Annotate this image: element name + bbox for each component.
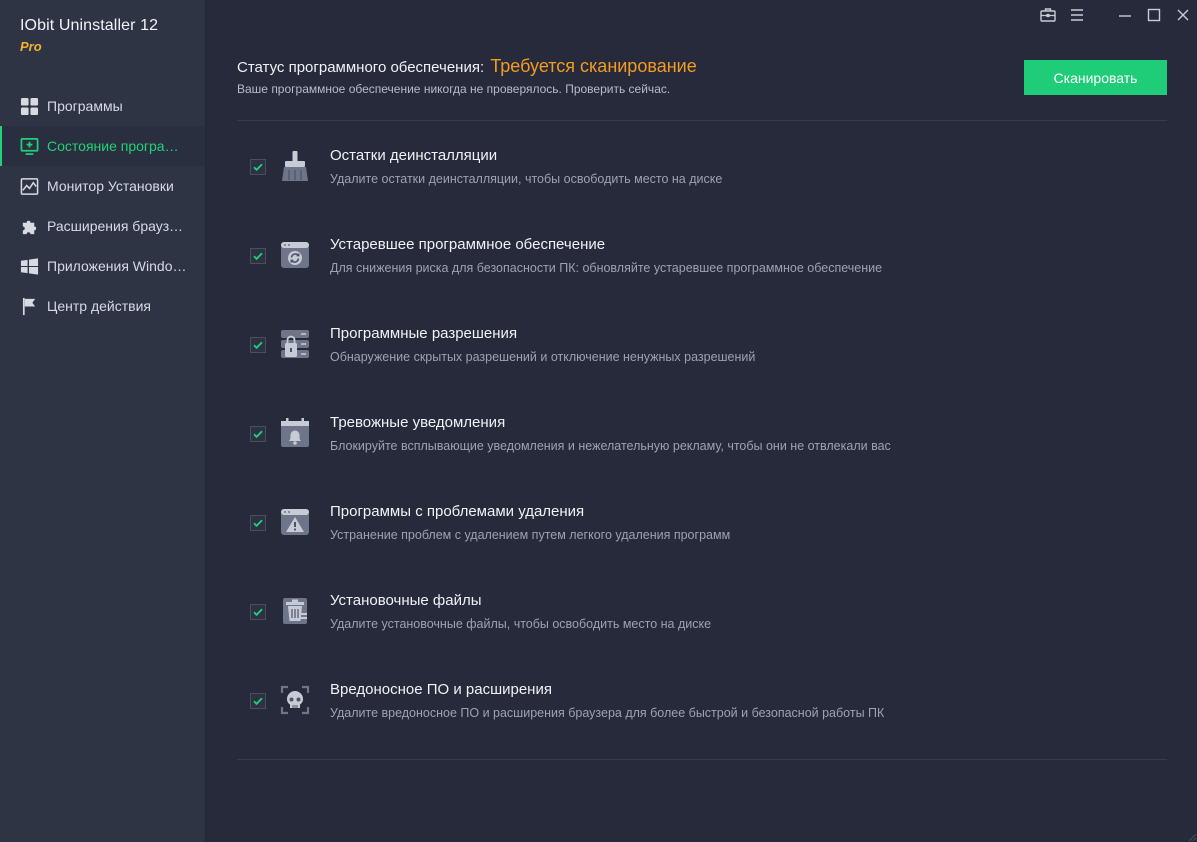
- permissions-lock-icon: [280, 328, 310, 360]
- check-icon: [253, 163, 263, 172]
- sidebar-item-label: Расширения браузера: [47, 218, 187, 234]
- sidebar-item-install-monitor[interactable]: Монитор Установки: [0, 166, 205, 206]
- item-description: Удалите вредоносное ПО и расширения брау…: [330, 706, 885, 720]
- app-window: IObit Uninstaller 12 Pro Программы Состо…: [0, 0, 1197, 842]
- sidebar: IObit Uninstaller 12 Pro Программы Состо…: [0, 0, 206, 842]
- divider: [237, 759, 1167, 760]
- software-health-icon: [20, 137, 39, 156]
- item-description: Удалите установочные файлы, чтобы освобо…: [330, 617, 712, 631]
- outdated-software-icon: [280, 239, 310, 271]
- sidebar-item-windows-apps[interactable]: Приложения Windows: [0, 246, 205, 286]
- resize-grip-icon[interactable]: [1185, 830, 1197, 842]
- app-title: IObit Uninstaller 12: [20, 17, 159, 34]
- menu-button[interactable]: [1062, 0, 1091, 34]
- item-description: Для снижения риска для безопасности ПК: …: [330, 261, 883, 275]
- title-bar: [1033, 0, 1197, 34]
- list-item: Вредоносное ПО и расширения Удалите вред…: [237, 664, 1167, 753]
- sidebar-item-label: Программы: [47, 98, 123, 114]
- flag-icon: [20, 297, 39, 316]
- list-item: Устаревшее программное обеспечение Для с…: [237, 219, 1167, 308]
- divider: [237, 120, 1167, 121]
- close-button[interactable]: [1168, 0, 1197, 34]
- list-item: Тревожные уведомления Блокируйте всплыва…: [237, 397, 1167, 486]
- brand: IObit Uninstaller 12 Pro: [0, 0, 205, 86]
- menu-icon: [1069, 7, 1085, 28]
- close-icon: [1175, 7, 1191, 28]
- item-checkbox[interactable]: [250, 248, 266, 264]
- item-title: Остатки деинсталляции: [330, 147, 498, 164]
- check-icon: [253, 252, 263, 261]
- maximize-icon: [1146, 7, 1162, 28]
- toolbox-icon: [1039, 7, 1056, 28]
- install-monitor-icon: [20, 177, 39, 196]
- sidebar-item-label: Центр действия: [47, 298, 151, 314]
- check-icon: [253, 519, 263, 528]
- warning-window-icon: [280, 506, 310, 538]
- item-title: Установочные файлы: [330, 592, 482, 609]
- status-label: Статус программного обеспечения:: [237, 59, 485, 76]
- item-description: Обнаружение скрытых разрешений и отключе…: [330, 350, 756, 364]
- item-description: Блокируйте всплывающие уведомления и неж…: [330, 439, 891, 453]
- maximize-button[interactable]: [1139, 0, 1168, 34]
- puzzle-icon: [20, 217, 39, 236]
- minimize-button[interactable]: [1110, 0, 1139, 34]
- item-title: Вредоносное ПО и расширения: [330, 681, 552, 698]
- app-edition: Pro: [20, 39, 42, 54]
- grid-icon: [20, 97, 39, 116]
- list-item: Программные разрешения Обнаружение скрыт…: [237, 308, 1167, 397]
- broom-icon: [280, 150, 310, 182]
- notification-bell-icon: [280, 417, 310, 449]
- scan-button[interactable]: Сканировать: [1024, 60, 1167, 95]
- toolbox-button[interactable]: [1033, 0, 1062, 34]
- item-description: Удалите остатки деинсталляции, чтобы осв…: [330, 172, 723, 186]
- item-checkbox[interactable]: [250, 159, 266, 175]
- sidebar-item-browser-extensions[interactable]: Расширения браузера: [0, 206, 205, 246]
- check-icon: [253, 608, 263, 617]
- item-title: Устаревшее программное обеспечение: [330, 236, 606, 253]
- sidebar-nav: Программы Состояние программ... Монитор …: [0, 86, 205, 326]
- list-item: Программы с проблемами удаления Устранен…: [237, 486, 1167, 575]
- item-title: Программные разрешения: [330, 325, 518, 342]
- item-title: Тревожные уведомления: [330, 414, 506, 431]
- check-icon: [253, 341, 263, 350]
- sidebar-item-action-center[interactable]: Центр действия: [0, 286, 205, 326]
- item-checkbox[interactable]: [250, 515, 266, 531]
- item-checkbox[interactable]: [250, 426, 266, 442]
- item-checkbox[interactable]: [250, 337, 266, 353]
- scan-item-list: Остатки деинсталляции Удалите остатки де…: [237, 130, 1167, 753]
- windows-logo-icon: [20, 257, 39, 276]
- minimize-icon: [1117, 7, 1133, 28]
- check-icon: [253, 697, 263, 706]
- item-title: Программы с проблемами удаления: [330, 503, 585, 520]
- list-item: Установочные файлы Удалите установочные …: [237, 575, 1167, 664]
- check-icon: [253, 430, 263, 439]
- sidebar-item-label: Состояние программ...: [47, 138, 187, 154]
- sidebar-item-software-health[interactable]: Состояние программ...: [0, 126, 205, 166]
- sidebar-item-label: Приложения Windows: [47, 258, 187, 274]
- status-header: Статус программного обеспечения: Требует…: [237, 56, 1167, 106]
- item-checkbox[interactable]: [250, 604, 266, 620]
- main-panel: Статус программного обеспечения: Требует…: [206, 0, 1197, 842]
- sidebar-item-label: Монитор Установки: [47, 178, 174, 194]
- setup-files-trash-icon: [280, 595, 310, 627]
- malware-skull-icon: [280, 684, 310, 716]
- item-description: Устранение проблем с удалением путем лег…: [330, 528, 731, 542]
- list-item: Остатки деинсталляции Удалите остатки де…: [237, 130, 1167, 219]
- sidebar-item-programs[interactable]: Программы: [0, 86, 205, 126]
- status-value: Требуется сканирование: [490, 56, 697, 76]
- item-checkbox[interactable]: [250, 693, 266, 709]
